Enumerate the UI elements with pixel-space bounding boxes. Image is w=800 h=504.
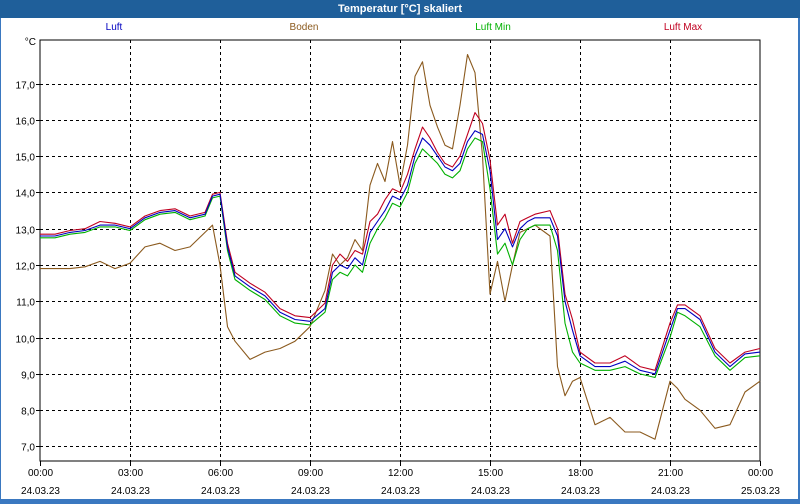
x-tick-label-date: 24.03.23 — [111, 486, 150, 497]
y-tick-label: 10,0 — [16, 335, 36, 346]
x-tick-label-time: 00:00 — [28, 468, 53, 479]
y-axis-label: °C — [25, 37, 36, 48]
x-tick-label-date: 24.03.23 — [201, 486, 240, 497]
x-tick-label-date: 24.03.23 — [291, 486, 330, 497]
legend-entry: Luft Max — [664, 22, 702, 33]
y-tick-label: 17,0 — [16, 81, 36, 92]
x-tick-label-date: 24.03.23 — [561, 486, 600, 497]
x-tick-label-date: 24.03.23 — [471, 486, 510, 497]
chart-window: Temperatur [°C] skaliert 7,0 8,0 9,0 10,0 11… — [0, 0, 800, 500]
legend-entry: Luft Min — [475, 22, 511, 33]
y-tick-label: 8,0 — [21, 407, 35, 418]
x-tick-label-date: 24.03.23 — [381, 486, 420, 497]
x-tick-label-time: 00:00 — [748, 468, 773, 479]
x-tick-label-time: 09:00 — [298, 468, 323, 479]
x-tick-label-date: 24.03.23 — [21, 486, 60, 497]
y-tick-label: 11,0 — [16, 298, 35, 309]
legend-entry: Boden — [290, 22, 319, 33]
y-tick-label: 9,0 — [21, 371, 35, 382]
x-tick-label-time: 03:00 — [118, 468, 143, 479]
y-tick-label: 14,0 — [16, 189, 36, 200]
window-title: Temperatur [°C] skaliert — [0, 0, 800, 18]
x-tick-label-time: 18:00 — [568, 468, 593, 479]
y-tick-label: 12,0 — [16, 262, 36, 273]
chart-panel: 7,0 8,0 9,0 10,0 11,0 12,0 13,0 14,0 15,0 16,0 17,… — [1, 18, 798, 499]
y-tick-label: 7,0 — [21, 443, 35, 454]
x-tick-label-time: 06:00 — [208, 468, 233, 479]
x-tick-label-date: 25.03.23 — [741, 486, 780, 497]
x-tick-label-time: 12:00 — [388, 468, 413, 479]
temperature-chart: 7,0 8,0 9,0 10,0 11,0 12,0 13,0 14,0 15,0 16,0 17,… — [16, 22, 781, 497]
y-tick-label: 15,0 — [16, 153, 36, 164]
x-tick-label-time: 15:00 — [478, 468, 503, 479]
legend-entry: Luft — [106, 22, 123, 33]
x-tick-label-time: 21:00 — [658, 468, 683, 479]
y-tick-label: 16,0 — [16, 117, 36, 128]
y-tick-label: 13,0 — [16, 226, 36, 237]
x-tick-label-date: 24.03.23 — [651, 486, 690, 497]
